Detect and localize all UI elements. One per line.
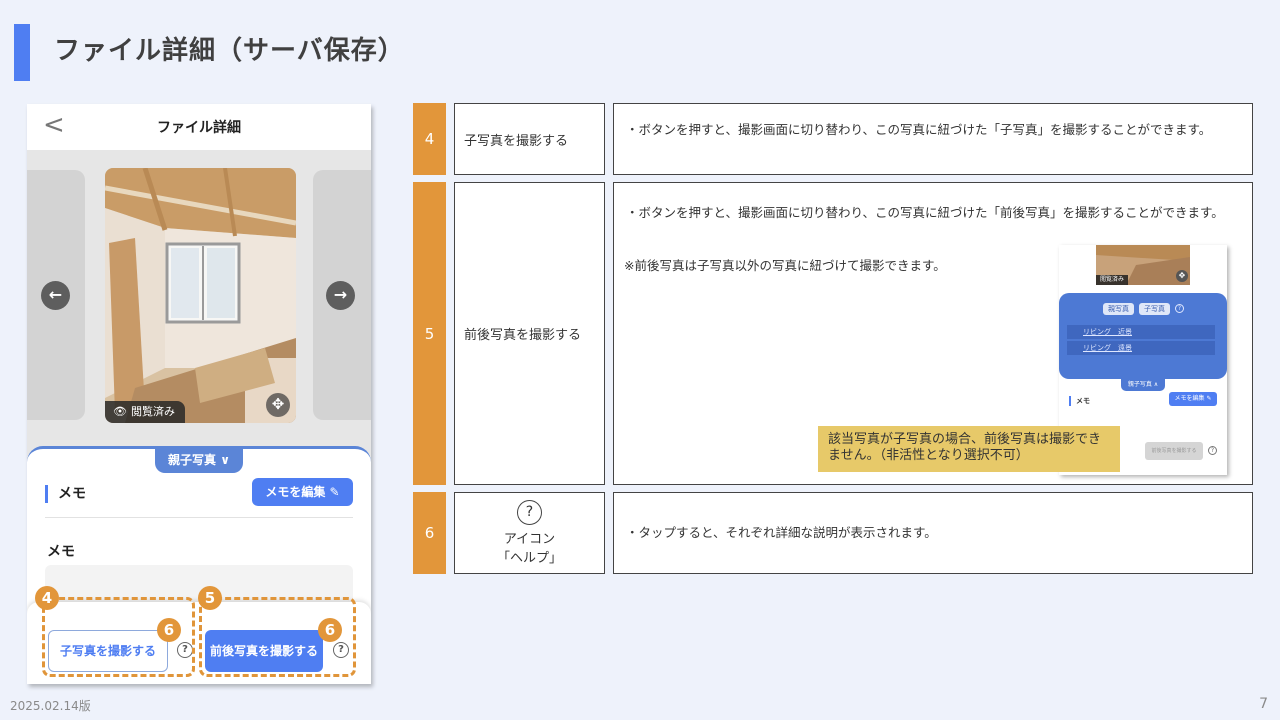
prev-arrow-icon[interactable]: ← — [41, 281, 70, 310]
row-number: 6 — [413, 492, 446, 574]
marker-4: 4 — [35, 586, 59, 610]
row-name-line1: アイコン — [503, 532, 556, 547]
thumbnail-panel: 親写真 子写真 ? リビング 近景 リビング 遠景 — [1059, 293, 1227, 379]
memo-heading: メモ — [45, 485, 86, 503]
divider — [45, 517, 353, 518]
thumbnail-row: リビング 遠景 — [1067, 341, 1215, 355]
note-text: ※前後写真は子写真以外の写真に紐づけて撮影できます。 — [624, 258, 946, 273]
row-name: 前後写真を撮影する — [454, 182, 605, 485]
page-number: 7 — [1259, 696, 1268, 712]
marker-6: 6 — [157, 618, 181, 642]
version-date: 2025.02.14版 — [10, 699, 91, 713]
seen-badge: 👁 閲覧済み — [105, 401, 185, 423]
marker-6: 6 — [318, 618, 342, 642]
help-icon: ? — [1208, 446, 1217, 455]
description-text: ・ボタンを押すと、撮影画面に切り替わり、この写真に紐づけた「前後写真」を撮影する… — [626, 205, 1224, 220]
row-name: ? アイコン 「ヘルプ」 — [454, 492, 605, 574]
child-pill: 子写真 — [1139, 303, 1170, 315]
seen-label: 閲覧済み — [130, 405, 175, 418]
thumbnail-memo: メモ — [1069, 396, 1090, 406]
help-icon: ? — [517, 500, 542, 525]
disabled-before-after-button: 前後写真を撮影する — [1145, 442, 1203, 460]
help-icon: ? — [1175, 304, 1184, 313]
page-title: ファイル詳細（サーバ保存） — [54, 36, 405, 66]
title-accent-bar — [14, 24, 30, 81]
thumbnail-tab: 親子写真 ∧ — [1121, 379, 1165, 391]
row-name-line2: 「ヘルプ」 — [496, 551, 562, 566]
construction-photo — [105, 168, 296, 423]
description-text: ・ボタンを押すと、撮影画面に切り替わり、この写真に紐づけた「子写真」を撮影するこ… — [626, 122, 1212, 137]
main-photo: 👁 閲覧済み ✥ — [105, 168, 296, 423]
marker-5: 5 — [198, 586, 222, 610]
parent-pill: 親写真 — [1103, 303, 1134, 315]
memo-edit-button[interactable]: メモを編集 ✎ — [252, 478, 353, 506]
row-description: ・ボタンを押すと、撮影画面に切り替わり、この写真に紐づけた「子写真」を撮影するこ… — [613, 103, 1253, 175]
row-number: 5 — [413, 182, 446, 485]
callout-note: 該当写真が子写真の場合、前後写真は撮影できません。（非活性となり選択不可） — [818, 426, 1120, 472]
move-icon: ✥ — [1176, 270, 1188, 282]
app-header: < ファイル詳細 — [27, 104, 371, 150]
row-name: 子写真を撮影する — [454, 103, 605, 175]
eye-icon: 👁 — [113, 405, 127, 418]
description-text: ・タップすると、それぞれ詳細な説明が表示されます。 — [626, 525, 937, 540]
thumbnail-row: リビング 近景 — [1067, 325, 1215, 339]
thumbnail-edit-button: メモを編集 ✎ — [1169, 392, 1217, 406]
row-number: 4 — [413, 103, 446, 175]
thumbnail-seen-label: 閲覧済み — [1096, 275, 1129, 285]
row-description: ・タップすると、それぞれ詳細な説明が表示されます。 — [613, 492, 1253, 574]
row-description: ・ボタンを押すと、撮影画面に切り替わり、この写真に紐づけた「前後写真」を撮影する… — [613, 182, 1253, 485]
app-header-title: ファイル詳細 — [157, 120, 241, 136]
next-arrow-icon[interactable]: → — [326, 281, 355, 310]
move-icon[interactable]: ✥ — [266, 393, 290, 417]
parent-child-tab[interactable]: 親子写真 ∨ — [155, 449, 243, 473]
memo-label: メモ — [47, 544, 75, 560]
